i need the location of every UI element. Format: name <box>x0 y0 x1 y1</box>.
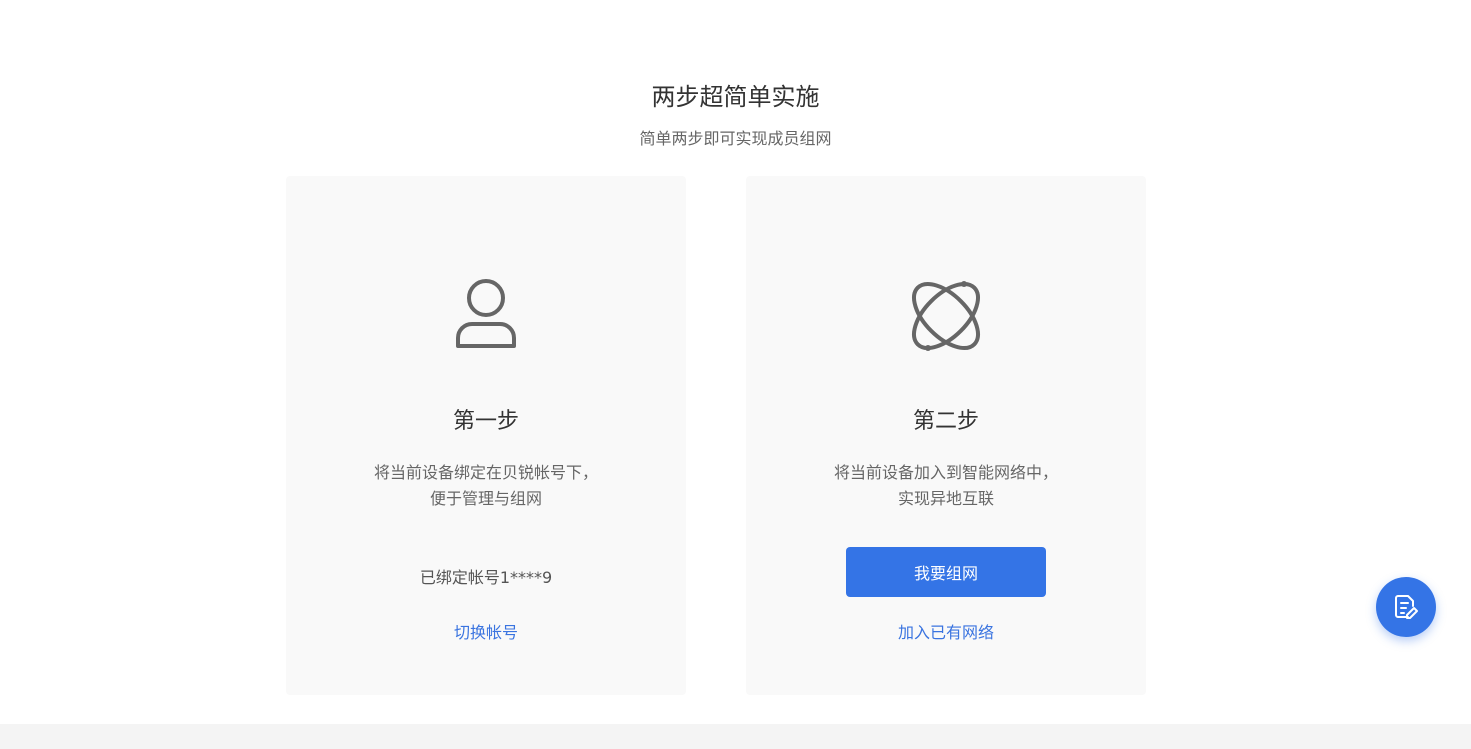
page: 两步超简单实施 简单两步即可实现成员组网 第一步 将当前设备绑定在贝锐帐号下， … <box>0 0 1471 749</box>
main-content: 两步超简单实施 简单两步即可实现成员组网 第一步 将当前设备绑定在贝锐帐号下， … <box>0 0 1471 724</box>
step1-description-line2: 便于管理与组网 <box>429 489 542 508</box>
step2-description-line2: 实现异地互联 <box>897 489 994 508</box>
step1-card: 第一步 将当前设备绑定在贝锐帐号下， 便于管理与组网 已绑定帐号1****9 切… <box>286 176 686 695</box>
step1-title: 第一步 <box>452 409 519 434</box>
step2-title: 第二步 <box>912 409 979 434</box>
feedback-fab-button[interactable] <box>1376 577 1436 637</box>
page-subtitle: 简单两步即可实现成员组网 <box>639 129 832 148</box>
user-icon <box>446 276 526 356</box>
join-network-link[interactable]: 加入已有网络 <box>746 620 1146 646</box>
footer-band <box>0 724 1471 749</box>
step1-description-line1: 将当前设备绑定在贝锐帐号下， <box>373 463 598 482</box>
create-network-button[interactable]: 我要组网 <box>846 547 1046 597</box>
atom-network-icon <box>906 276 986 356</box>
step1-description: 将当前设备绑定在贝锐帐号下， 便于管理与组网 <box>306 460 666 512</box>
switch-account-link[interactable]: 切换帐号 <box>286 620 686 646</box>
page-title: 两步超简单实施 <box>651 83 820 111</box>
step2-description: 将当前设备加入到智能网络中， 实现异地互联 <box>766 460 1126 512</box>
bound-account-text: 已绑定帐号1****9 <box>419 568 553 587</box>
step2-description-line1: 将当前设备加入到智能网络中， <box>833 463 1058 482</box>
step2-card: 第二步 将当前设备加入到智能网络中， 实现异地互联 我要组网 加入已有网络 <box>746 176 1146 695</box>
edit-document-icon <box>1395 595 1418 619</box>
